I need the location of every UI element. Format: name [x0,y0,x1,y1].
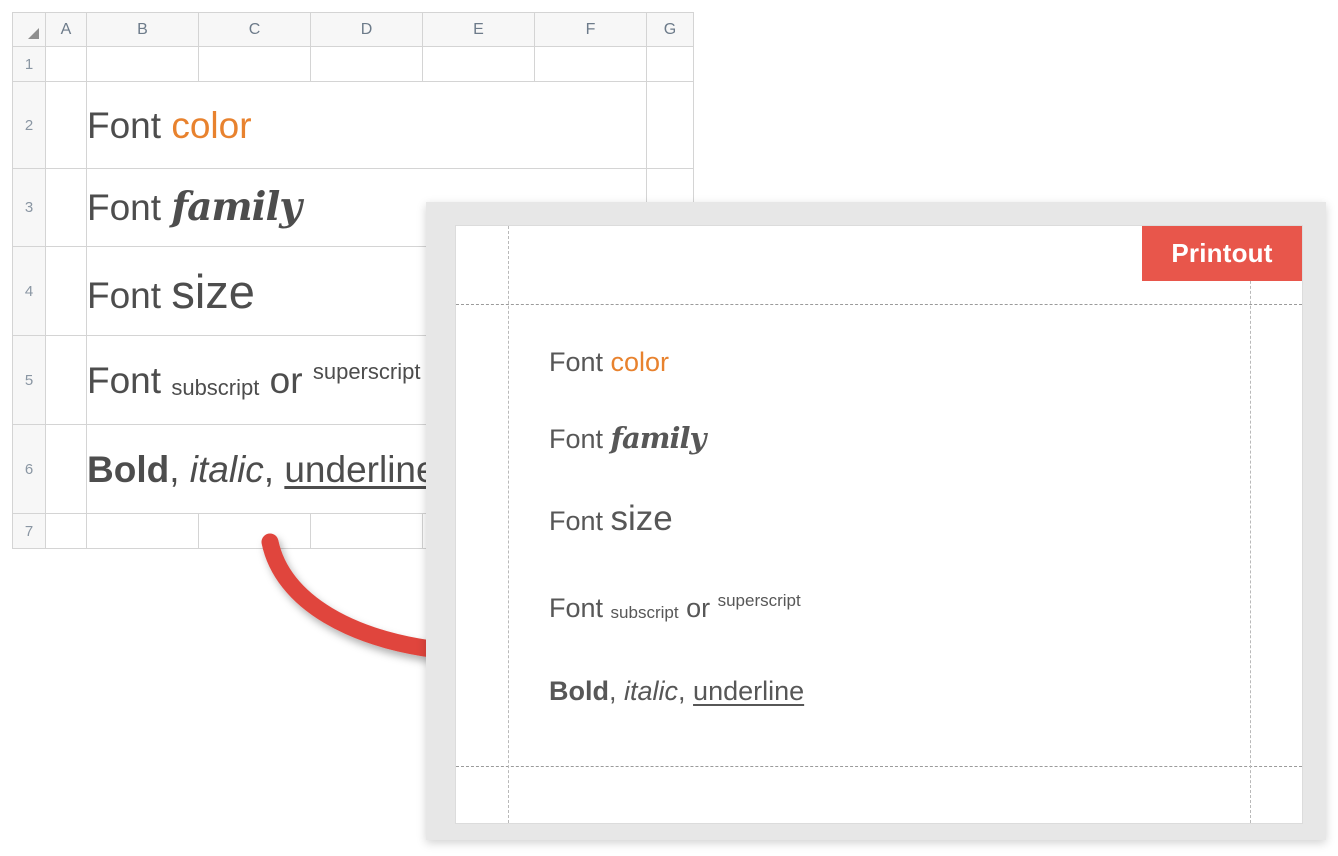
cell-a4[interactable] [46,247,87,336]
printout-line-font-decoration: Bold, italic, underline [549,678,1249,705]
cell-e1[interactable] [423,47,535,82]
printout-panel: Printout Font color Font family Font siz… [426,202,1326,840]
printout-badge-label: Printout [1171,238,1272,269]
row-header-1[interactable]: 1 [13,47,46,82]
print-margin-guide-left [508,226,509,823]
cell-b1[interactable] [87,47,199,82]
column-header-g[interactable]: G [647,13,694,47]
cell-d1[interactable] [311,47,423,82]
cell-a5[interactable] [46,336,87,425]
cell-b7[interactable] [87,514,199,549]
table-row: 2 Font color [13,82,694,169]
column-header-c[interactable]: C [199,13,311,47]
row-header-3[interactable]: 3 [13,169,46,247]
row-header-5[interactable]: 5 [13,336,46,425]
print-margin-guide-top [456,304,1302,305]
printout-line-font-family: Font family [549,424,1249,453]
cell-b3-text: Font family [87,187,301,228]
column-header-b[interactable]: B [87,13,199,47]
column-header-row: A B C D E F G [13,13,694,47]
cell-c1[interactable] [199,47,311,82]
select-all-triangle-icon [28,28,39,39]
printout-line-font-size: Font size [549,501,1249,536]
cell-a3[interactable] [46,169,87,247]
printout-line-font-script: Font subscript or superscript [549,592,1249,622]
row-header-6[interactable]: 6 [13,425,46,514]
cell-a1[interactable] [46,47,87,82]
row-header-4[interactable]: 4 [13,247,46,336]
print-margin-guide-bottom [456,766,1302,767]
cell-a2[interactable] [46,82,87,169]
cell-d7[interactable] [311,514,423,549]
select-all-corner[interactable] [13,13,46,47]
printout-page: Printout Font color Font family Font siz… [455,225,1303,824]
cell-b5-text: Font subscript or superscript [87,360,420,401]
row-header-7[interactable]: 7 [13,514,46,549]
cell-c7[interactable] [199,514,311,549]
column-header-f[interactable]: F [535,13,647,47]
printout-line-font-color: Font color [549,349,1249,376]
cell-b2[interactable]: Font color [87,82,647,169]
cell-f1[interactable] [535,47,647,82]
printout-badge: Printout [1142,226,1302,281]
print-margin-guide-right [1250,226,1251,823]
cell-b6-text: Bold, italic, underline [87,449,437,490]
column-header-d[interactable]: D [311,13,423,47]
row-header-2[interactable]: 2 [13,82,46,169]
cell-g1[interactable] [647,47,694,82]
cell-g2[interactable] [647,82,694,169]
cell-b2-text: Font color [87,105,252,146]
cell-a6[interactable] [46,425,87,514]
table-row: 1 [13,47,694,82]
printout-content: Font color Font family Font size Font su… [549,349,1249,705]
column-header-a[interactable]: A [46,13,87,47]
cell-b4-text: Font size [87,275,255,316]
cell-a7[interactable] [46,514,87,549]
column-header-e[interactable]: E [423,13,535,47]
